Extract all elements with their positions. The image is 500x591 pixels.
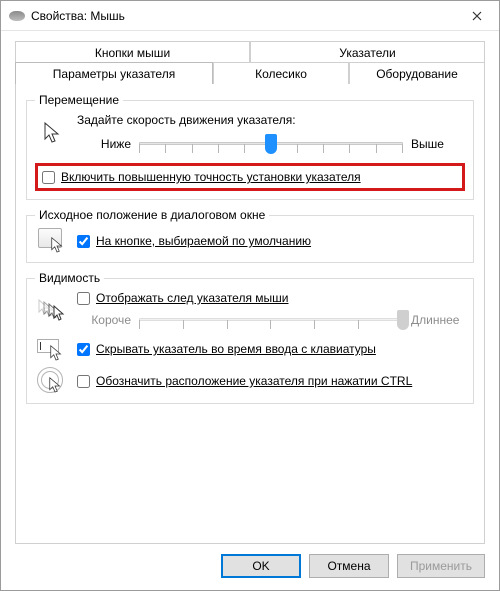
show-location-icon (37, 367, 67, 395)
trails-input[interactable] (77, 292, 90, 305)
group-motion-legend: Перемещение (35, 93, 123, 107)
tab-buttons[interactable]: Кнопки мыши (15, 41, 250, 63)
enhance-precision-highlight: Включить повышенную точность установки у… (35, 163, 465, 191)
snap-label: На кнопке, выбираемой по умолчанию (96, 234, 311, 248)
sonar-input[interactable] (77, 375, 90, 388)
enhance-precision-input[interactable] (42, 171, 55, 184)
dialog-buttons: OK Отмена Применить (1, 544, 499, 590)
snap-to-default-icon (38, 228, 66, 254)
tab-hardware[interactable]: Оборудование (349, 62, 485, 84)
close-button[interactable] (455, 1, 499, 31)
cursor-arrow-icon (43, 122, 61, 146)
hide-checkbox[interactable]: Скрывать указатель во время ввода с клав… (77, 342, 465, 356)
pointer-trails-icon (37, 299, 67, 323)
client-area: Кнопки мыши Указатели Параметры указател… (1, 31, 499, 544)
cancel-button[interactable]: Отмена (309, 554, 389, 578)
motion-prompt: Задайте скорость движения указателя: (77, 113, 465, 127)
pointer-trails-slider (139, 309, 403, 331)
window-title: Свойства: Мышь (31, 9, 455, 23)
enhance-precision-label: Включить повышенную точность установки у… (61, 170, 361, 184)
motion-min-label: Ниже (77, 137, 131, 151)
group-snap: Исходное положение в диалоговом окне На … (26, 208, 474, 263)
trails-max-label: Длиннее (411, 313, 465, 327)
titlebar: Свойства: Мышь (1, 1, 499, 31)
trails-label: Отображать след указателя мыши (96, 291, 289, 305)
group-visibility-legend: Видимость (35, 271, 104, 285)
snap-checkbox[interactable]: На кнопке, выбираемой по умолчанию (77, 234, 465, 248)
tab-wheel[interactable]: Колесико (213, 62, 349, 84)
group-motion: Перемещение Задайте скорость движения ук… (26, 93, 474, 200)
trails-min-label: Короче (77, 313, 131, 327)
hide-while-typing-icon (37, 337, 67, 361)
tab-panel-pointer-options: Перемещение Задайте скорость движения ук… (15, 83, 485, 544)
pointer-speed-slider[interactable] (139, 133, 403, 155)
sonar-label: Обозначить расположение указателя при на… (96, 374, 412, 388)
ok-button[interactable]: OK (221, 554, 301, 578)
snap-input[interactable] (77, 235, 90, 248)
hide-input[interactable] (77, 343, 90, 356)
tab-control: Кнопки мыши Указатели Параметры указател… (15, 41, 485, 84)
motion-max-label: Выше (411, 137, 465, 151)
sonar-checkbox[interactable]: Обозначить расположение указателя при на… (77, 374, 465, 388)
mouse-properties-dialog: Свойства: Мышь Кнопки мыши Указатели Пар… (0, 0, 500, 591)
trails-checkbox[interactable]: Отображать след указателя мыши (77, 291, 465, 305)
hide-label: Скрывать указатель во время ввода с клав… (96, 342, 376, 356)
enhance-precision-checkbox[interactable]: Включить повышенную точность установки у… (42, 170, 458, 184)
tab-pointer-options[interactable]: Параметры указателя (15, 62, 213, 84)
group-snap-legend: Исходное положение в диалоговом окне (35, 208, 269, 222)
group-visibility: Видимость (26, 271, 474, 404)
close-icon (472, 11, 482, 21)
mouse-icon (9, 11, 25, 21)
tab-pointers[interactable]: Указатели (250, 41, 485, 63)
apply-button[interactable]: Применить (397, 554, 485, 578)
